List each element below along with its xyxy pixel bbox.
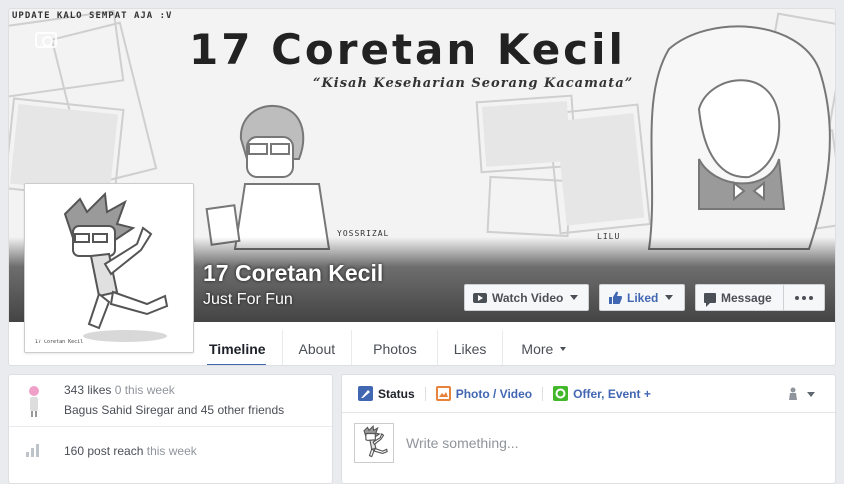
composer-offer-event-label: Offer, Event + <box>573 386 651 401</box>
tab-about[interactable]: About <box>283 330 353 365</box>
tab-likes-label: Likes <box>453 340 487 357</box>
composer-tab-photo-video[interactable]: Photo / Video <box>435 386 533 401</box>
watch-video-button[interactable]: Watch Video <box>464 284 589 311</box>
audience-icon <box>789 387 797 400</box>
composer-tab-offer-event[interactable]: Offer, Event + <box>553 386 651 401</box>
message-label: Message <box>721 290 772 305</box>
tab-more[interactable]: More <box>503 330 582 365</box>
reach-stat-row[interactable]: 160 post reach this week <box>9 427 332 472</box>
photo-icon <box>435 386 451 401</box>
message-button[interactable]: Message <box>695 284 791 311</box>
post-reach: 160 post reach this week <box>64 444 197 458</box>
divider <box>424 386 426 401</box>
more-dots-icon <box>795 295 813 300</box>
pencil-icon <box>358 386 373 401</box>
thumbs-up-icon <box>609 291 622 304</box>
composer-input[interactable]: Write something... <box>406 435 519 451</box>
page-category: Just For Fun <box>203 291 293 308</box>
page-header-card: UPDATE KALO SEMPAT AJA :V 17 Coretan Kec… <box>8 8 836 366</box>
cover-title: 17 Coretan Kecil <box>189 25 626 74</box>
liked-button[interactable]: Liked <box>599 284 685 311</box>
friend-avatar-icon <box>29 386 39 417</box>
tab-timeline[interactable]: Timeline <box>199 330 283 365</box>
cover-subtitle: “Kisah Keseharian Seorang Kacamata” <box>313 76 634 91</box>
chevron-down-icon <box>560 346 567 351</box>
composer-tab-status[interactable]: Status <box>358 386 415 401</box>
composer-avatar[interactable] <box>354 423 394 463</box>
liked-label: Liked <box>627 290 659 305</box>
offer-icon <box>553 386 569 401</box>
divider <box>542 386 544 401</box>
chevron-down-icon <box>570 295 579 300</box>
chevron-down-icon <box>665 295 674 300</box>
avatar-artwork <box>363 425 388 458</box>
page-stats-card: 343 likes 0 this week Bagus Sahid Sirega… <box>8 374 333 484</box>
cover-update-text: UPDATE KALO SEMPAT AJA :V <box>12 11 173 21</box>
profile-camera-icon[interactable] <box>35 324 57 340</box>
page-tabs: Timeline About Photos Likes More <box>199 330 582 365</box>
composer-status-label: Status <box>378 386 415 401</box>
tab-photos[interactable]: Photos <box>352 330 438 365</box>
audience-selector[interactable] <box>787 387 815 401</box>
cover-camera-icon[interactable] <box>35 32 57 48</box>
reach-this-week: this week <box>146 444 197 458</box>
video-icon <box>473 292 487 303</box>
more-options-button[interactable] <box>783 284 825 311</box>
tab-photos-label: Photos <box>373 340 417 357</box>
chevron-down-icon <box>807 391 815 397</box>
page-title[interactable]: 17 Coretan Kecil <box>203 260 383 287</box>
friends-like-text[interactable]: Bagus Sahid Siregar and 45 other friends <box>64 403 284 417</box>
tab-more-label: More <box>521 340 554 357</box>
watch-video-label: Watch Video <box>492 290 564 305</box>
likes-this-week: 0 this week <box>114 383 175 397</box>
tab-timeline-label: Timeline <box>209 340 266 357</box>
reach-bars-icon <box>26 444 39 457</box>
tab-about-label: About <box>298 340 336 357</box>
composer-photo-video-label: Photo / Video <box>455 386 533 401</box>
likes-count: 343 likes 0 this week <box>64 383 175 397</box>
likes-stat-row[interactable]: 343 likes 0 this week Bagus Sahid Sirega… <box>9 375 332 426</box>
profile-picture[interactable]: 17 Coretan Kecil <box>24 183 194 353</box>
message-icon <box>704 292 716 307</box>
tab-likes[interactable]: Likes <box>438 330 504 365</box>
composer-tabs: Status Photo / Video Offer, Event + <box>342 375 835 413</box>
post-composer: Status Photo / Video Offer, Event + Writ… <box>341 374 836 484</box>
